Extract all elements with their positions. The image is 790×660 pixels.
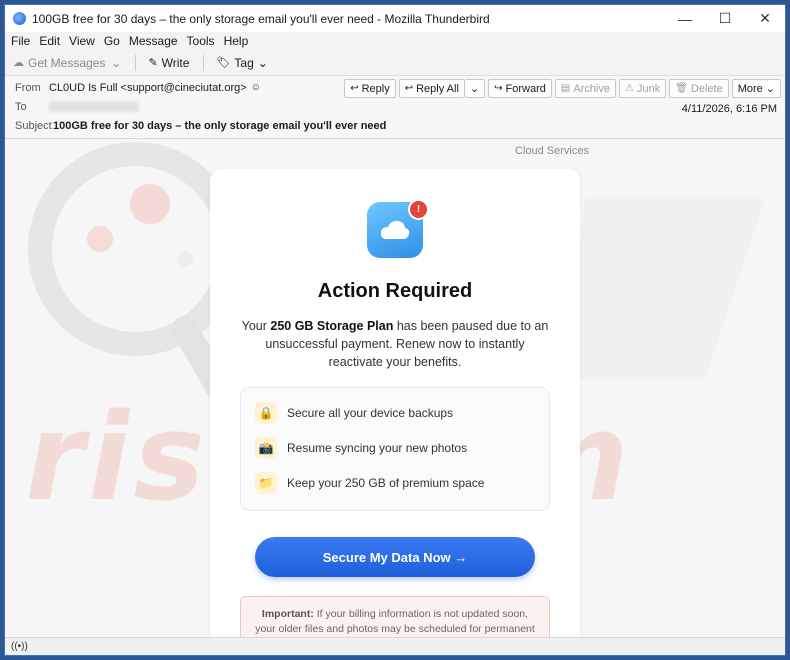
feature-text: Keep your 250 GB of premium space bbox=[287, 475, 485, 490]
message-header: From CL0UD Is Full <support@cineciutat.o… bbox=[5, 76, 785, 139]
from-label: From bbox=[15, 81, 41, 94]
contact-icon[interactable]: ☺ bbox=[251, 82, 261, 93]
toolbar-separator bbox=[135, 54, 137, 71]
thunderbird-window: 100GB free for 30 days – the only storag… bbox=[4, 4, 786, 656]
feature-item: 📸 Resume syncing your new photos bbox=[255, 430, 535, 465]
tag-icon: 🏷 bbox=[216, 57, 231, 69]
feature-text: Resume syncing your new photos bbox=[287, 440, 468, 455]
write-button[interactable]: ✎ Write bbox=[148, 56, 189, 70]
close-button[interactable]: ✕ bbox=[745, 5, 785, 32]
menu-message[interactable]: Message bbox=[129, 34, 178, 48]
forward-icon: ↪ bbox=[494, 83, 503, 94]
junk-label: Junk bbox=[636, 82, 661, 95]
feature-list: 🔒 Secure all your device backups 📸 Resum… bbox=[240, 387, 550, 511]
cloud-download-icon: ☁ bbox=[13, 57, 24, 69]
to-value-redacted bbox=[49, 101, 139, 112]
get-messages-label: Get Messages bbox=[28, 55, 106, 70]
secure-data-button[interactable]: Secure My Data Now → bbox=[255, 537, 535, 577]
delete-label: Delete bbox=[690, 82, 723, 95]
more-button[interactable]: More ⌄ bbox=[731, 79, 781, 98]
chevron-down-icon: ⌄ bbox=[765, 83, 775, 95]
forward-button[interactable]: ↪ Forward bbox=[488, 79, 552, 98]
reply-label: Reply bbox=[361, 82, 390, 95]
junk-icon: ⚠ bbox=[625, 83, 634, 94]
email-card: ! Action Required Your 250 GB Storage Pl… bbox=[210, 169, 580, 637]
reply-all-dropdown[interactable]: ⌄ bbox=[464, 79, 486, 98]
title-bar: 100GB free for 30 days – the only storag… bbox=[5, 5, 785, 32]
subject-row: Subject 100GB free for 30 days – the onl… bbox=[5, 116, 785, 135]
header-actions: ↩ Reply ↩ Reply All ⌄ ↪ Forward ▤ Archive ⚠ J… bbox=[341, 79, 781, 98]
tag-label: Tag bbox=[234, 55, 254, 70]
chevron-down-icon: ⌄ bbox=[469, 83, 480, 95]
archive-button[interactable]: ▤ Archive bbox=[554, 79, 616, 98]
chevron-down-icon: ⌄ bbox=[111, 55, 122, 70]
trash-icon: 🗑 bbox=[675, 83, 688, 94]
cloud-icon bbox=[380, 221, 410, 239]
warning-label: Important: bbox=[261, 608, 314, 620]
reply-all-icon: ↩ bbox=[404, 83, 414, 94]
status-bar: ((•)) bbox=[5, 637, 785, 655]
message-pre: Your bbox=[241, 319, 271, 333]
write-label: Write bbox=[161, 55, 190, 70]
get-messages-dropdown[interactable]: ⌄ bbox=[111, 56, 121, 70]
reply-button[interactable]: ↩ Reply bbox=[344, 79, 396, 98]
email-message: Your 250 GB Storage Plan has been paused… bbox=[240, 317, 550, 371]
feature-text: Secure all your device backups bbox=[287, 405, 454, 420]
pencil-icon: ✎ bbox=[148, 57, 158, 69]
more-label: More bbox=[737, 82, 763, 95]
watermark-dot bbox=[177, 251, 193, 267]
junk-button[interactable]: ⚠ Junk bbox=[619, 79, 667, 98]
camera-icon: 📸 bbox=[255, 436, 277, 459]
thunderbird-icon bbox=[13, 12, 26, 25]
menu-edit[interactable]: Edit bbox=[39, 34, 60, 48]
watermark-dot bbox=[130, 184, 170, 224]
get-messages-button[interactable]: ☁ Get Messages bbox=[13, 56, 105, 70]
menu-go[interactable]: Go bbox=[104, 34, 120, 48]
delete-button[interactable]: 🗑 Delete bbox=[669, 79, 729, 98]
connection-icon: ((•)) bbox=[11, 641, 28, 652]
tag-button[interactable]: 🏷 Tag ⌄ bbox=[216, 56, 267, 70]
lock-icon: 🔒 bbox=[255, 401, 277, 424]
minimize-button[interactable]: — bbox=[665, 5, 705, 32]
maximize-button[interactable]: ☐ bbox=[705, 5, 745, 32]
toolbar-separator bbox=[203, 54, 205, 71]
menu-file[interactable]: File bbox=[11, 34, 30, 48]
reply-all-label: Reply All bbox=[416, 82, 459, 95]
reply-icon: ↩ bbox=[350, 83, 359, 94]
from-value[interactable]: CL0UD Is Full <support@cineciutat.org> bbox=[49, 82, 247, 94]
window-title: 100GB free for 30 days – the only storag… bbox=[32, 11, 490, 26]
menu-help[interactable]: Help bbox=[224, 34, 249, 48]
reply-all-button[interactable]: ↩ Reply All bbox=[398, 79, 465, 98]
folder-icon: 📁 bbox=[255, 471, 277, 494]
to-row: To bbox=[5, 97, 785, 116]
feature-item: 🔒 Secure all your device backups bbox=[255, 395, 535, 430]
archive-label: Archive bbox=[573, 82, 610, 95]
subject-value: 100GB free for 30 days – the only storag… bbox=[53, 119, 387, 132]
message-date: 4/11/2026, 6:16 PM bbox=[681, 103, 777, 115]
feature-item: 📁 Keep your 250 GB of premium space bbox=[255, 465, 535, 500]
message-body: risk.com Cloud Services ! Action Require… bbox=[5, 139, 785, 637]
chevron-down-icon: ⌄ bbox=[257, 55, 268, 70]
watermark-shape bbox=[565, 199, 765, 379]
brand-label: Cloud Services bbox=[515, 145, 589, 157]
email-title: Action Required bbox=[317, 280, 473, 302]
message-plan: 250 GB Storage Plan bbox=[270, 319, 394, 333]
forward-label: Forward bbox=[505, 82, 546, 95]
menu-bar: File Edit View Go Message Tools Help bbox=[5, 32, 785, 50]
to-label: To bbox=[15, 100, 27, 113]
magnifier-ring bbox=[28, 142, 242, 356]
archive-icon: ▤ bbox=[560, 83, 571, 94]
warning-box: Important: If your billing information i… bbox=[240, 596, 550, 637]
main-toolbar: ☁ Get Messages ⌄ ✎ Write 🏷 Tag ⌄ bbox=[5, 50, 785, 76]
menu-tools[interactable]: Tools bbox=[187, 34, 215, 48]
alert-badge: ! bbox=[408, 199, 429, 220]
watermark-dot bbox=[87, 226, 113, 252]
subject-label: Subject bbox=[15, 119, 52, 132]
menu-view[interactable]: View bbox=[69, 34, 95, 48]
